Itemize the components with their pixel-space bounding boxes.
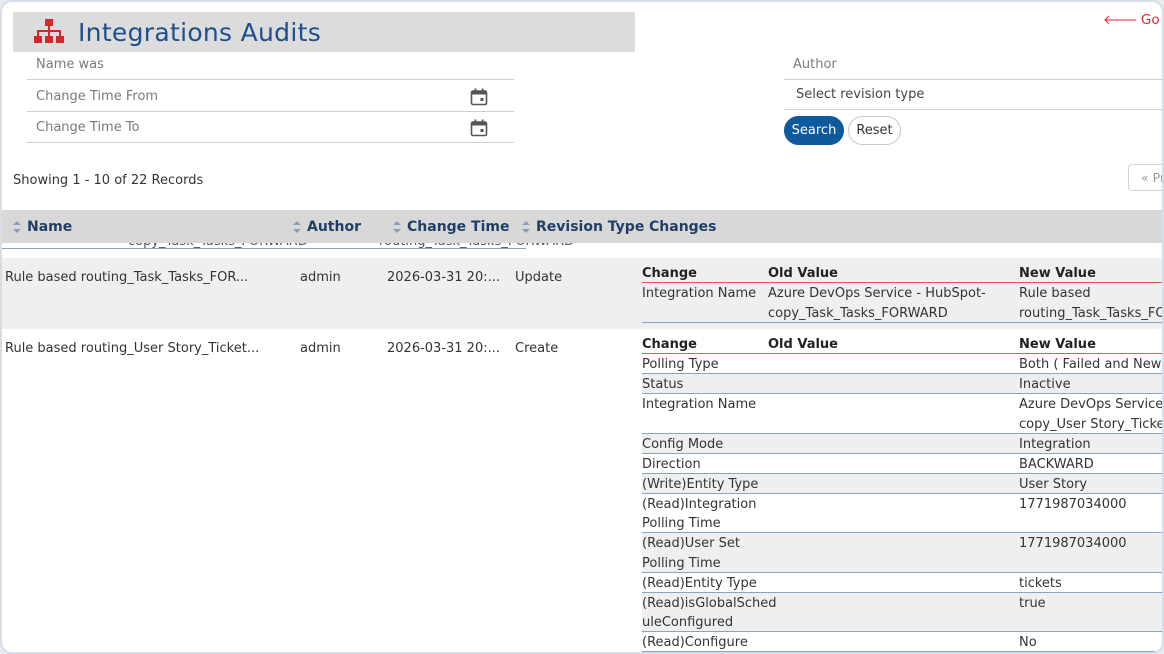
change-row: Direction BACKWARD xyxy=(642,454,1162,474)
row-change-time: 2026-03-31 20:... xyxy=(387,270,501,285)
sort-icon xyxy=(293,220,301,233)
change-time-from-field[interactable]: Change Time From xyxy=(27,82,514,112)
calendar-icon[interactable] xyxy=(470,119,488,137)
column-label: Change Time xyxy=(407,218,510,235)
changes-col-change: Change xyxy=(642,266,697,281)
row-revision-type: Create xyxy=(515,341,559,356)
change-row: (Read)Entity Type tickets xyxy=(642,573,1162,593)
revision-type-value: Select revision type xyxy=(796,87,925,102)
change-row: (Read)isGlobalSched uleConfigured true xyxy=(642,592,1162,632)
new-value: BACKWARD xyxy=(1019,456,1094,472)
changes-col-old: Old Value xyxy=(768,266,838,281)
new-value: Both ( Failed and New events ) xyxy=(1019,357,1162,372)
change-field: (Read)Configure xyxy=(642,635,748,650)
name-was-placeholder: Name was xyxy=(36,57,104,72)
change-row: Integration Name Azure DevOps Service - co… xyxy=(642,394,1164,434)
revision-type-select[interactable]: Select revision type xyxy=(784,80,1162,110)
sort-icon xyxy=(393,220,401,233)
change-field: (Write)Entity Type xyxy=(642,476,759,492)
page-header: Integrations Audits xyxy=(13,12,635,52)
change-row: (Read)User Set Polling Time 1771987034000 xyxy=(642,533,1162,573)
changes-col-change: Change xyxy=(642,337,697,352)
pagination-previous[interactable]: « Previous xyxy=(1128,164,1162,191)
row-name: Rule based routing_Task_Tasks_FOR... xyxy=(5,270,249,285)
table-body: copy_Task_Tasks_FORWARD routing_Task_Tas… xyxy=(2,243,1164,652)
change-row: Status Inactive xyxy=(642,374,1162,394)
change-field: Direction xyxy=(642,456,701,472)
column-label: Revision Type xyxy=(536,218,645,235)
new-value: Rule based routing_Task_Tasks_FORWARD xyxy=(1019,286,1162,321)
column-label: Changes xyxy=(649,218,717,235)
column-label: Author xyxy=(307,218,361,235)
new-value: tickets xyxy=(1019,575,1062,591)
sitemap-icon xyxy=(34,19,64,43)
page-title: Integrations Audits xyxy=(78,17,322,47)
change-field: (Read)isGlobalSched uleConfigured xyxy=(642,595,777,631)
change-field: Integration Name xyxy=(642,286,757,301)
change-field: (Read)Entity Type xyxy=(642,575,757,591)
new-value: User Story xyxy=(1019,476,1088,492)
change-row: (Read)Configure No xyxy=(642,632,1162,652)
arrow-left-icon: 🡐 xyxy=(1103,13,1138,28)
new-value: true xyxy=(1019,595,1046,611)
change-field: Polling Type xyxy=(642,357,719,372)
change-field: (Read)Integration Polling Time xyxy=(642,496,757,532)
change-row: (Read)Integration Polling Time 17719870340… xyxy=(642,494,1162,533)
column-header-changes: Changes xyxy=(649,210,717,243)
records-count: Showing 1 - 10 of 22 Records xyxy=(13,173,204,188)
partial-new-value: routing_Task_Tasks_FORWARD xyxy=(379,243,574,252)
change-row: (Write)Entity Type User Story xyxy=(642,473,1162,494)
change-row: Config Mode Integration xyxy=(642,433,1162,454)
change-time-to-field[interactable]: Change Time To xyxy=(27,113,514,143)
new-value: Integration xyxy=(1019,436,1091,452)
new-value: Azure DevOps Service - copy_User Story_Ti… xyxy=(1019,397,1164,432)
new-value: Inactive xyxy=(1019,377,1071,392)
row-revision-type: Update xyxy=(515,270,563,285)
search-button[interactable]: Search xyxy=(784,116,844,145)
changes-table-header: Change Old Value New Value xyxy=(642,263,1162,283)
reset-button[interactable]: Reset xyxy=(848,116,901,145)
sort-icon xyxy=(13,220,21,233)
column-header-revision-type[interactable]: Revision Type xyxy=(522,210,644,243)
change-field: Integration Name xyxy=(642,397,757,412)
go-back-label: Go back xyxy=(1140,12,1162,28)
table-header: Name Author Change Time Revision Type Ch… xyxy=(2,210,1162,243)
row-author: admin xyxy=(300,270,341,285)
changes-col-old: Old Value xyxy=(768,337,838,352)
change-time-from-placeholder: Change Time From xyxy=(36,89,159,104)
change-field: Status xyxy=(642,377,684,392)
name-was-field[interactable]: Name was xyxy=(27,50,514,80)
author-field[interactable]: Author xyxy=(784,50,1162,80)
column-header-author[interactable]: Author xyxy=(293,210,361,243)
change-field: (Read)User Set Polling Time xyxy=(642,536,740,571)
row-author: admin xyxy=(300,341,341,356)
calendar-icon[interactable] xyxy=(470,88,488,106)
row-change-time: 2026-03-31 20:... xyxy=(387,341,501,356)
author-placeholder: Author xyxy=(793,57,837,72)
changes-table-header: Change Old Value New Value xyxy=(642,334,1162,354)
change-row: Polling Type Both ( Failed and New events… xyxy=(642,354,1162,374)
go-back-link[interactable]: 🡐Go back xyxy=(1103,12,1162,28)
new-value: 1771987034000 xyxy=(1019,496,1127,512)
new-value: 1771987034000 xyxy=(1019,536,1127,551)
change-time-to-placeholder: Change Time To xyxy=(36,120,140,135)
new-value: No xyxy=(1019,635,1037,650)
app-frame: Integrations Audits 🡐Go back Name was Ch… xyxy=(0,0,1164,654)
old-value: Azure DevOps Service - HubSpot- copy_Tas… xyxy=(768,286,986,321)
change-field: Config Mode xyxy=(642,436,724,452)
sort-icon xyxy=(522,220,530,233)
column-header-change-time[interactable]: Change Time xyxy=(393,210,509,243)
row-name: Rule based routing_User Story_Ticket... xyxy=(5,341,260,356)
partial-old-value: copy_Task_Tasks_FORWARD xyxy=(128,243,308,252)
change-row: Integration Name Azure DevOps Service - … xyxy=(642,283,1162,323)
column-header-name[interactable]: Name xyxy=(13,210,72,243)
partial-change-row: copy_Task_Tasks_FORWARD routing_Task_Tas… xyxy=(2,243,574,252)
changes-col-new: New Value xyxy=(1019,266,1096,281)
column-label: Name xyxy=(27,218,73,235)
changes-col-new: New Value xyxy=(1019,337,1096,352)
